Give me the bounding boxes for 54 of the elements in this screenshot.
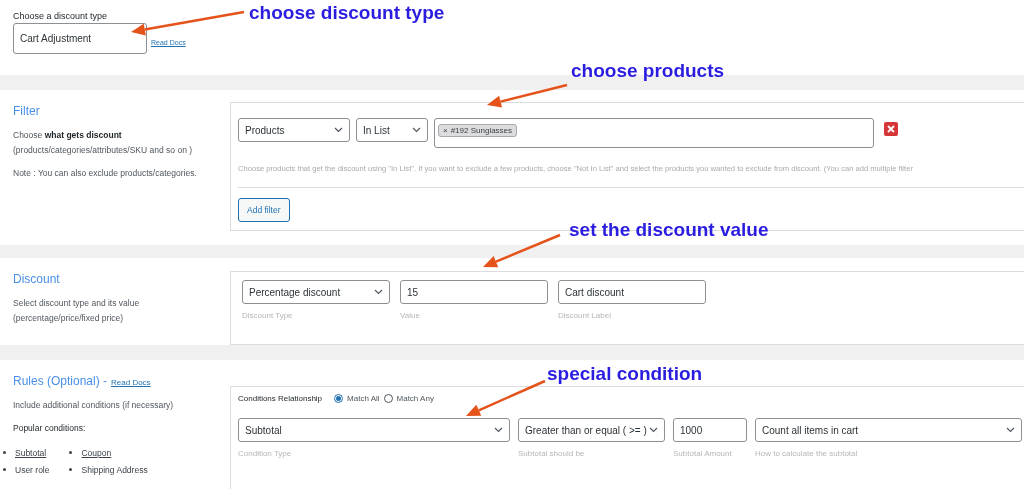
field-caption: Condition Type bbox=[238, 449, 293, 458]
products-field[interactable]: × #192 Sunglasses bbox=[434, 118, 874, 148]
input-field[interactable]: Cart discount bbox=[558, 280, 706, 304]
dropdown[interactable]: Greater than or equal ( >= ) bbox=[518, 418, 665, 442]
section-description: Include additional conditions (if necessary) bbox=[13, 399, 175, 412]
input-field[interactable]: 1000 bbox=[673, 418, 747, 442]
field-caption: Value bbox=[400, 311, 421, 320]
condition-link[interactable]: Coupon bbox=[81, 447, 112, 458]
section-note: Note : You can also exclude products/categories. bbox=[13, 167, 198, 180]
section-description: Select discount type and its value (percentage/price/fixed price) bbox=[13, 297, 141, 325]
chevron-down-icon bbox=[334, 127, 343, 133]
chevron-down-icon bbox=[1006, 427, 1015, 433]
add-filter-button[interactable]: Add filter bbox=[238, 198, 290, 222]
field-label: Choose a discount type bbox=[13, 11, 108, 21]
annotation-text: choose discount type bbox=[249, 2, 445, 24]
condition-text: User role bbox=[15, 464, 50, 475]
field-caption: Discount Label bbox=[558, 311, 612, 320]
radio-button[interactable] bbox=[383, 394, 393, 403]
dropdown[interactable]: Subtotal bbox=[238, 418, 510, 442]
bullet-icon bbox=[69, 468, 73, 471]
condition-link[interactable]: Subtotal bbox=[15, 447, 47, 458]
bullet-icon bbox=[69, 451, 73, 454]
annotation-text: special condition bbox=[547, 363, 703, 385]
discount-type-field[interactable]: Cart Adjustment bbox=[13, 23, 147, 54]
chevron-down-icon bbox=[649, 427, 658, 433]
field-caption: Subtotal should be bbox=[518, 449, 586, 458]
bullet-icon bbox=[3, 468, 6, 471]
radio-label[interactable]: Match Any bbox=[396, 394, 434, 403]
relationship-label: Conditions Relationship bbox=[238, 394, 323, 403]
field-caption: Subtotal Amount bbox=[673, 449, 733, 458]
section-title: Discount bbox=[13, 272, 61, 286]
read-docs-link[interactable]: Read Docs bbox=[111, 378, 151, 387]
dropdown[interactable]: Count all items in cart bbox=[755, 418, 1022, 442]
popular-heading: Popular conditions: bbox=[13, 422, 87, 435]
dropdown[interactable]: In List bbox=[356, 118, 428, 142]
section-title: Filter bbox=[13, 104, 41, 118]
condition-text: Shipping Address bbox=[81, 464, 148, 475]
product-tag[interactable]: × #192 Sunglasses bbox=[438, 124, 518, 137]
dropdown[interactable]: Percentage discount bbox=[242, 280, 390, 304]
annotation-text: choose products bbox=[571, 60, 725, 82]
bullet-icon bbox=[3, 451, 6, 454]
remove-icon[interactable] bbox=[884, 122, 898, 136]
annotation-text: set the discount value bbox=[569, 219, 769, 241]
dropdown[interactable]: Products bbox=[238, 118, 350, 142]
radio-button[interactable] bbox=[334, 394, 344, 403]
field-caption: Discount Type bbox=[242, 311, 294, 320]
section-description: Choose what gets discount (products/categories/attributes/SKU and so on ) bbox=[13, 129, 194, 157]
chevron-down-icon bbox=[374, 289, 383, 295]
field-caption: How to calculate the subtotal bbox=[755, 449, 859, 458]
chevron-down-icon bbox=[412, 127, 421, 133]
radio-label[interactable]: Match All bbox=[347, 394, 380, 403]
section-title: Rules (Optional) - bbox=[13, 374, 108, 388]
chevron-down-icon bbox=[494, 427, 503, 433]
input-field[interactable]: 15 bbox=[400, 280, 548, 304]
